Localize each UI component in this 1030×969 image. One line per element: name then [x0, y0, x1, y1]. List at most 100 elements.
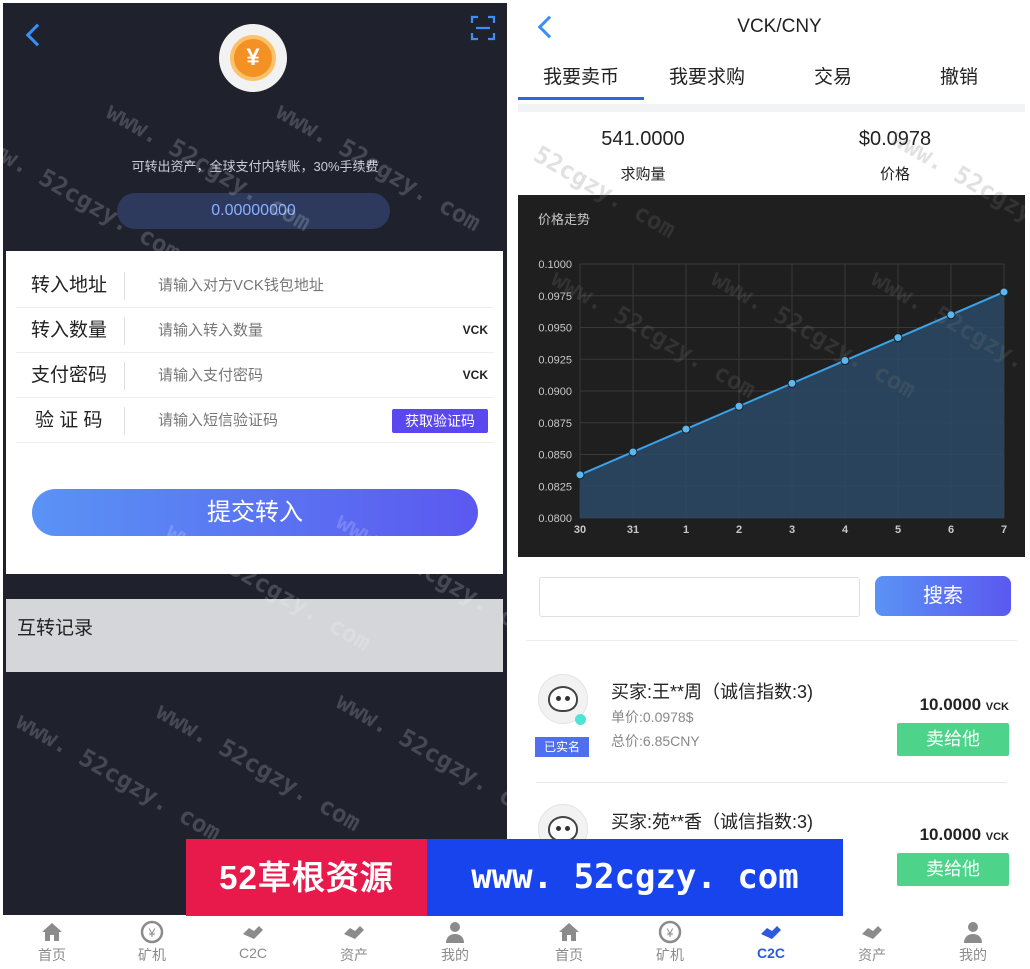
miner-icon: ¥ [140, 920, 164, 944]
c2c-icon [243, 926, 263, 939]
amount-value: 10.0000 [919, 695, 982, 714]
data-point [575, 470, 585, 480]
banner-url: www. 52cgzy. com [427, 839, 843, 916]
coin-logo: ¥ [219, 24, 287, 92]
nav-mine[interactable]: 我的 [943, 920, 1003, 965]
code-input[interactable]: 请输入短信验证码 [158, 398, 278, 443]
back-arrow-icon[interactable] [25, 23, 49, 47]
total-price: 总价:6.85CNY [611, 733, 700, 749]
user-icon [446, 922, 464, 943]
nav-asset[interactable]: 资产 [324, 920, 384, 965]
market-stats: 541.0000 求购量 $0.0978 价格 [518, 104, 1025, 190]
transfer-records[interactable]: 互转记录 [6, 599, 503, 672]
nav-miner[interactable]: ¥ 矿机 [122, 920, 182, 965]
nav-label: 资产 [340, 947, 368, 963]
bottom-nav-left: 首页 ¥ 矿机 C2C 资产 我的 [0, 915, 510, 969]
verified-badge: 已实名 [535, 737, 589, 757]
nav-home[interactable]: 首页 [539, 920, 599, 965]
amount-unit: VCK [985, 831, 1009, 843]
price-value: $0.0978 [858, 128, 932, 150]
nav-miner[interactable]: ¥ 矿机 [640, 920, 700, 965]
nav-label: 首页 [38, 947, 66, 963]
scan-icon[interactable] [470, 15, 496, 41]
password-unit: VCK [462, 368, 488, 382]
x-tick-label: 3 [789, 524, 795, 536]
tab-buy-request[interactable]: 我要求购 [644, 66, 770, 100]
watermark: www. 52cgzy. com [151, 697, 366, 837]
tab-trade[interactable]: 交易 [770, 66, 896, 100]
chart-title: 价格走势 [538, 212, 591, 227]
nav-label: 矿机 [138, 947, 166, 963]
balance-display: 0.00000000 [117, 193, 390, 229]
y-tick-label: 0.0950 [538, 323, 572, 335]
watermark: www. 52cgzy. com [11, 707, 226, 847]
price-chart: 0.1000 0.0975 0.0950 0.0925 0.0900 0.0875 0.08… [518, 195, 1025, 557]
data-point [893, 333, 903, 343]
nav-c2c[interactable]: C2C [741, 920, 801, 961]
data-point [999, 287, 1009, 297]
c2c-screen: VCK/CNY 我要卖币 我要求购 交易 撤销 541.0000 求购量 $0.… [518, 0, 1025, 915]
amount-label: 转入数量 [31, 320, 108, 341]
volume-label: 求购量 [620, 166, 666, 183]
price-chart-svg: 0.1000 0.0975 0.0950 0.0925 0.0900 0.0875 0.08… [538, 259, 1009, 536]
y-tick-label: 0.0825 [538, 481, 572, 493]
nav-label: C2C [238, 945, 267, 961]
transfer-note: 可转出资产，全球支付内转账，30%手续费 [131, 159, 379, 174]
password-input[interactable]: 请输入支付密码 [158, 353, 263, 398]
nav-home[interactable]: 首页 [22, 920, 82, 965]
divider [124, 272, 125, 300]
home-icon [42, 923, 62, 941]
get-code-button[interactable]: 获取验证码 [392, 409, 488, 433]
nav-label: 矿机 [656, 947, 684, 963]
divider [124, 407, 125, 435]
price-label: 价格 [879, 166, 910, 183]
nav-c2c[interactable]: C2C [223, 920, 283, 961]
nav-mine[interactable]: 我的 [425, 920, 485, 965]
search-bar: 搜索 [526, 565, 1017, 626]
x-tick-label: 1 [683, 524, 689, 536]
tab-sell[interactable]: 我要卖币 [518, 66, 644, 100]
coin-symbol: ¥ [230, 35, 276, 81]
y-tick-label: 0.0975 [538, 291, 572, 303]
unit-price: 单价:0.0978$ [611, 709, 694, 725]
data-point [840, 356, 850, 366]
amount-value: 10.0000 [919, 825, 982, 844]
x-tick-label: 5 [895, 524, 901, 536]
records-title: 互转记录 [17, 618, 94, 639]
watermark: www. 52cgzy. com [331, 687, 507, 827]
buyer-name: 买家:王**周（诚信指数:3) [611, 682, 814, 702]
user-icon [964, 922, 982, 943]
code-label: 验 证 码 [35, 410, 103, 431]
home-icon [559, 923, 579, 941]
password-row: 支付密码 请输入支付密码 VCK [16, 353, 494, 398]
c2c-icon [761, 926, 781, 939]
y-tick-label: 0.0900 [538, 386, 572, 398]
order-amount: 10.0000 VCK [920, 825, 1009, 845]
x-tick-label: 6 [948, 524, 954, 536]
tab-cancel[interactable]: 撤销 [896, 66, 1022, 100]
data-point [681, 424, 691, 434]
address-row: 转入地址 请输入对方VCK钱包地址 [16, 263, 494, 308]
transfer-form: 转入地址 请输入对方VCK钱包地址 转入数量 请输入转入数量 VCK 支付密码 … [6, 251, 503, 574]
sell-to-him-button[interactable]: 卖给他 [897, 853, 1009, 886]
miner-icon: ¥ [658, 920, 682, 944]
transfer-screen: ¥ 可转出资产，全球支付内转账，30%手续费 0.00000000 转入地址 请… [3, 3, 507, 915]
svg-text:¥: ¥ [666, 926, 674, 940]
amount-unit: VCK [985, 701, 1009, 713]
nav-label: 资产 [858, 947, 886, 963]
sell-to-him-button[interactable]: 卖给他 [897, 723, 1009, 756]
watermark-banner: 52草根资源 www. 52cgzy. com [186, 839, 843, 916]
banner-brand: 52草根资源 [186, 839, 427, 916]
address-input[interactable]: 请输入对方VCK钱包地址 [158, 263, 324, 308]
data-point [734, 401, 744, 411]
submit-transfer-button[interactable]: 提交转入 [32, 489, 478, 536]
address-label: 转入地址 [31, 275, 108, 296]
y-tick-label: 0.0925 [538, 354, 572, 366]
amount-input[interactable]: 请输入转入数量 [158, 308, 263, 353]
data-point [946, 310, 956, 320]
search-input[interactable] [539, 577, 860, 617]
y-tick-label: 0.1000 [538, 259, 572, 271]
nav-asset[interactable]: 资产 [842, 920, 902, 965]
svg-text:¥: ¥ [148, 926, 156, 940]
search-button[interactable]: 搜索 [875, 576, 1011, 616]
